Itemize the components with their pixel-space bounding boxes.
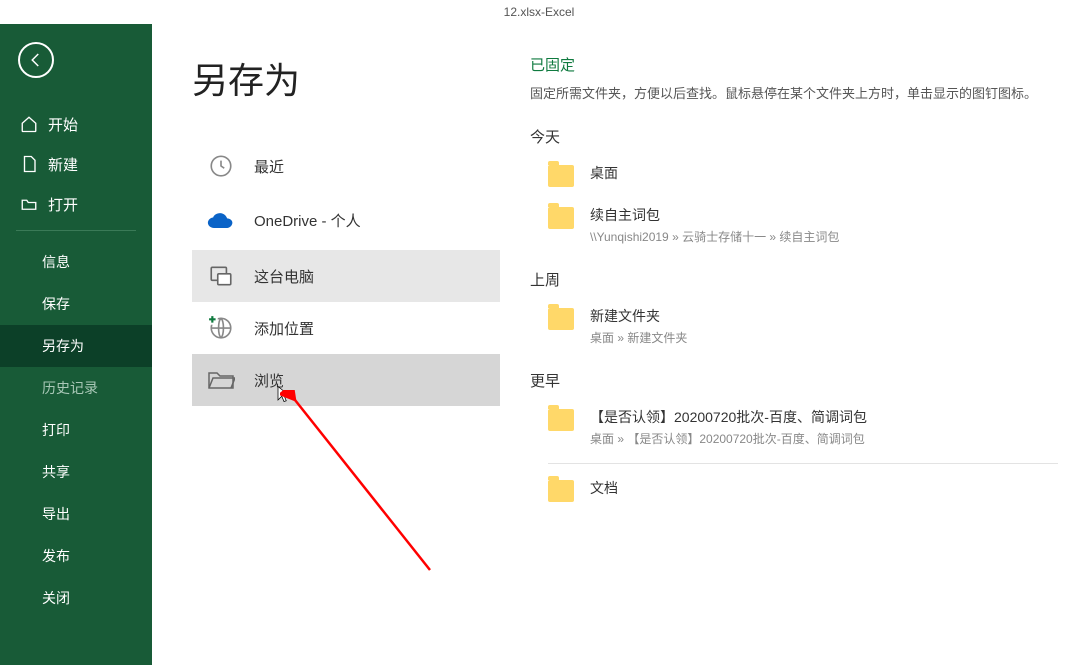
sidebar-share[interactable]: 共享 [0,451,152,493]
pc-icon [206,261,236,291]
folder-icon [548,165,574,187]
sidebar-publish[interactable]: 发布 [0,535,152,577]
sidebar-open[interactable]: 打开 [0,184,152,224]
page-title: 另存为 [192,52,500,104]
folders-column: 已固定 固定所需文件夹，方便以后查找。鼠标悬停在某个文件夹上方时，单击显示的图钉… [530,52,1078,665]
sidebar-export[interactable]: 导出 [0,493,152,535]
folder-xuzi-path: \\Yunqishi2019 » 云骑士存储十一 » 续自主词包 [590,228,839,245]
folder-newfolder-name: 新建文件夹 [590,306,687,326]
cloud-icon [206,206,236,236]
sidebar-open-label: 打开 [48,194,78,215]
home-icon [20,115,38,133]
folder-icon [548,308,574,330]
location-addplace[interactable]: 添加位置 [192,302,500,354]
pinned-heading: 已固定 [530,54,1058,75]
folder-batch-path: 桌面 » 【是否认领】20200720批次-百度、简调词包 [590,430,867,447]
folder-newfolder[interactable]: 新建文件夹 桌面 » 新建文件夹 [530,298,1058,356]
location-onedrive[interactable]: OneDrive - 个人 [192,192,500,250]
group-today: 今天 [530,126,1058,147]
folder-icon [548,409,574,431]
locations-column: 另存为 最近 OneDrive - 个人 [192,52,500,665]
folder-xuzi[interactable]: 续自主词包 \\Yunqishi2019 » 云骑士存储十一 » 续自主词包 [530,197,1058,255]
add-place-icon [206,313,236,343]
sidebar-new[interactable]: 新建 [0,144,152,184]
folder-xuzi-name: 续自主词包 [590,205,839,225]
location-browse-label: 浏览 [254,370,284,391]
back-button[interactable] [18,42,54,78]
folder-docs-name: 文档 [590,478,618,498]
group-lastweek: 上周 [530,269,1058,290]
folder-desktop[interactable]: 桌面 [530,155,1058,197]
location-recent[interactable]: 最近 [192,140,500,192]
sidebar-history[interactable]: 历史记录 [0,367,152,409]
browse-folder-icon [206,365,236,395]
new-icon [20,155,38,173]
folder-separator [548,463,1058,464]
sidebar-save[interactable]: 保存 [0,283,152,325]
sidebar-new-label: 新建 [48,154,78,175]
app-name: Excel [545,5,574,19]
sidebar-close[interactable]: 关闭 [0,577,152,619]
location-thispc-label: 这台电脑 [254,266,314,287]
location-browse[interactable]: 浏览 [192,354,500,406]
title-bar: 12.xlsx - Excel [0,0,1078,24]
sidebar-info[interactable]: 信息 [0,241,152,283]
folder-icon [548,480,574,502]
sidebar-divider [16,230,136,231]
sidebar-home[interactable]: 开始 [0,104,152,144]
location-thispc[interactable]: 这台电脑 [192,250,500,302]
folder-batch-name: 【是否认领】20200720批次-百度、简调词包 [590,407,867,427]
group-older: 更早 [530,370,1058,391]
folder-docs[interactable]: 文档 [530,470,1058,512]
location-onedrive-label: OneDrive - 个人 [254,213,361,230]
sidebar-home-label: 开始 [48,114,78,135]
location-recent-label: 最近 [254,156,284,177]
back-arrow-icon [27,51,45,69]
sidebar-saveas[interactable]: 另存为 [0,325,152,367]
sidebar-print[interactable]: 打印 [0,409,152,451]
content-area: 另存为 最近 OneDrive - 个人 [152,24,1078,665]
folder-desktop-name: 桌面 [590,163,618,183]
folder-batch[interactable]: 【是否认领】20200720批次-百度、简调词包 桌面 » 【是否认领】2020… [530,399,1058,457]
folder-icon [548,207,574,229]
clock-icon [206,151,236,181]
file-name: 12.xlsx [504,5,541,19]
folder-newfolder-path: 桌面 » 新建文件夹 [590,329,687,346]
open-icon [20,195,38,213]
pinned-description: 固定所需文件夹，方便以后查找。鼠标悬停在某个文件夹上方时，单击显示的图钉图标。 [530,83,1058,102]
location-addplace-label: 添加位置 [254,318,314,339]
backstage-sidebar: 开始 新建 打开 信息 保存 另存为 历史记录 打印 共享 导出 发布 关闭 [0,24,152,665]
